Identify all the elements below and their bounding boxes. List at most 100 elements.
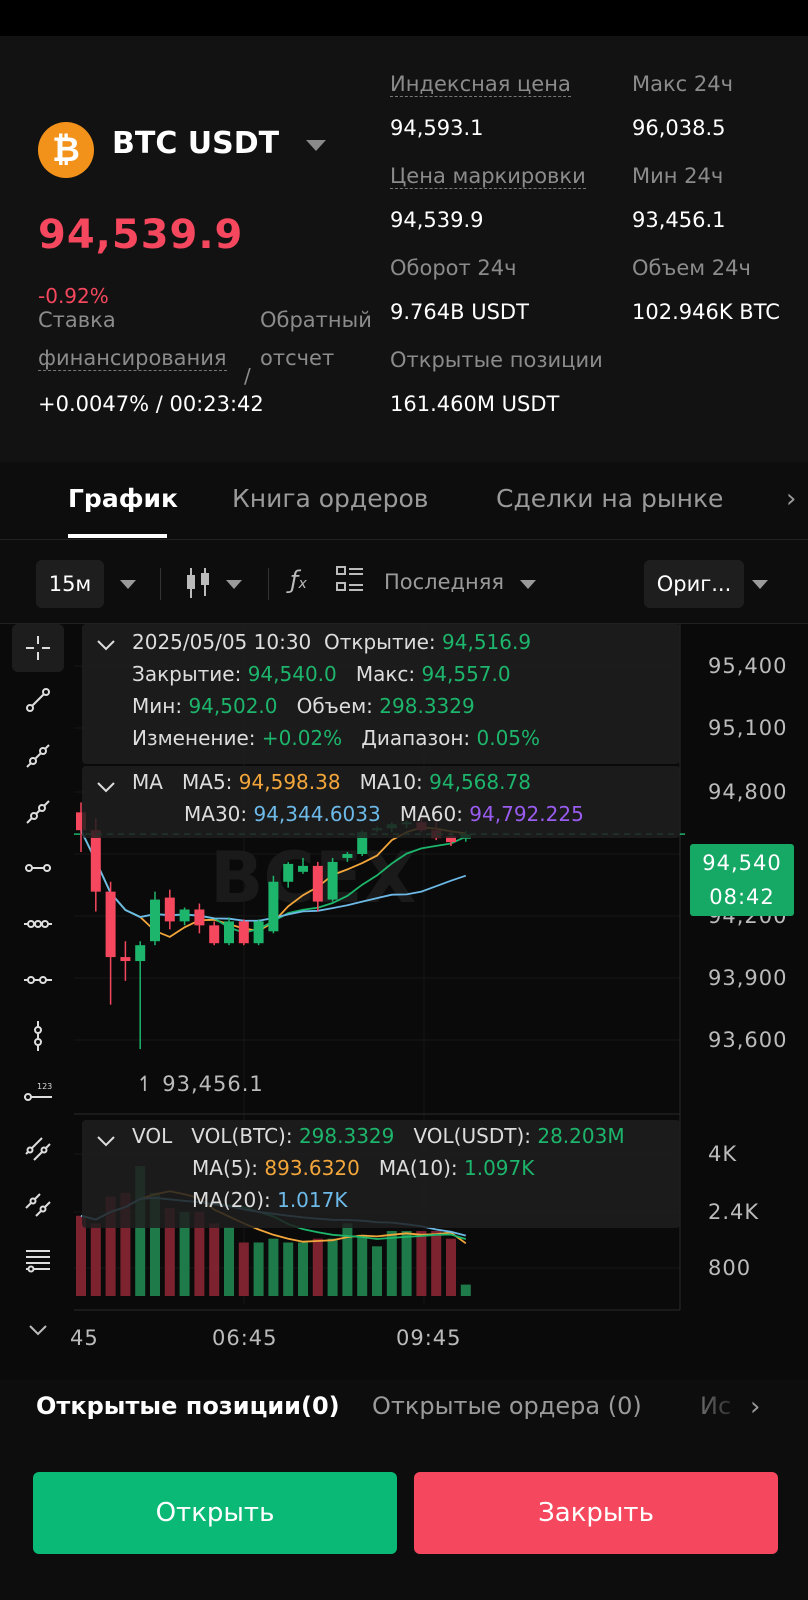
chevron-right-icon[interactable]: › [750,1392,760,1422]
extended-line-icon[interactable] [12,788,64,836]
chevron-down-icon[interactable] [306,140,326,151]
close-label: Закрытие: [132,662,242,686]
tab-open-orders[interactable]: Открытые ордера (0) [372,1392,642,1420]
horizontal-line-icon[interactable] [12,956,64,1004]
volume-bar [327,1238,338,1296]
pair-selector[interactable]: BTC USDT [112,126,279,161]
price-change: -0.92% [38,284,109,308]
index-price-value: 94,593.1 [390,116,484,140]
collapse-chevron-icon[interactable] [96,1134,116,1148]
svg-text:123: 123 [37,1082,52,1091]
open-button[interactable]: Открыть [33,1472,397,1554]
slash-divider: / [244,364,251,388]
vol-ma10-value: 1.097K [463,1156,535,1180]
range-value: 0.05% [476,726,541,750]
original-view-button[interactable]: Ориг... [644,560,744,608]
low-label: Мин: [132,694,183,718]
price-axis-label: 93,600 [708,1028,788,1052]
price-source-selector[interactable]: Последняя [384,570,504,594]
candle-body [209,925,220,944]
volume-bar [209,1223,220,1296]
vol-btc-value: 298.3329 [298,1124,395,1148]
horizontal-segment-icon[interactable] [12,844,64,892]
time-axis-label: 06:45 [212,1326,278,1350]
tab-open-positions[interactable]: Открытые позиции(0) [36,1392,340,1420]
volume-bar [253,1242,264,1296]
volume-bar [416,1231,427,1296]
mark-price-label[interactable]: Цена маркировки [390,164,586,189]
volume-24h-value: 102.946K BTC [632,300,780,324]
ma30-label: MA30: [184,802,248,826]
high-label: Макс: [355,662,416,686]
collapse-chevron-icon[interactable] [96,780,116,794]
candle-body [238,921,249,944]
vol-usdt-label: VOL(USDT): [413,1124,531,1148]
tab-order-book[interactable]: Книга ордеров [232,484,428,513]
ma60-value: 94,792.225 [469,802,584,826]
low-price-marker: ↿ 93,456.1 [136,1072,264,1096]
candle-body [150,899,160,942]
volume-bar [386,1231,397,1296]
volume-bar [268,1238,279,1296]
vol-btc-label: VOL(BTC): [191,1124,293,1148]
chevron-down-icon[interactable] [120,580,136,589]
price-label-icon[interactable]: 123 [12,1068,64,1116]
fib-levels-icon[interactable] [12,1236,64,1284]
chart-area[interactable]: BCEX 123 [0,624,808,1380]
vertical-line-icon[interactable] [12,1012,64,1060]
turnover-label: Оборот 24ч [390,256,517,280]
high-24h-label: Макс 24ч [632,72,734,96]
funding-label-line2[interactable]: финансирования [38,346,227,371]
btc-coin-icon: ₿ [38,122,94,178]
close-button[interactable]: Закрыть [414,1472,778,1554]
volume-label: Объем: [296,694,373,718]
ticker-header: ₿ BTC USDT 94,539.9 -0.92% Ставка финанс… [0,36,808,462]
candle-body [298,865,308,872]
divider [160,568,161,600]
current-price: 94,540 [702,851,782,875]
candlestick-type-icon[interactable] [184,566,212,606]
trend-line-icon[interactable] [12,676,64,724]
ray-line-icon[interactable] [12,732,64,780]
ma-info-box: MA MA5: 94,598.38 MA10: 94,568.78 MA30: … [82,766,680,838]
funding-label-line1[interactable]: Ставка [38,308,116,332]
candle-body [327,861,338,900]
candle-body [312,865,323,902]
ma10-value: 94,568.78 [429,770,531,794]
candle-body [283,863,294,882]
turnover-value: 9.764B USDT [390,300,529,324]
parallel-channel-icon[interactable] [12,1124,64,1172]
chevron-down-icon[interactable] [752,580,768,589]
crosshair-icon[interactable] [12,624,64,672]
layout-list-icon[interactable] [336,564,364,600]
vol-axis-label: 2.4K [708,1200,760,1224]
tab-market-trades[interactable]: Сделки на рынке [496,484,723,513]
ma60-label: MA60: [399,802,463,826]
collapse-chevron-icon[interactable] [96,638,116,652]
index-price-label[interactable]: Индексная цена [390,72,571,97]
vol-ma20-label: MA(20): [192,1188,271,1212]
current-price-tag: 94,540 08:42 [690,844,794,916]
volume-bar [460,1284,471,1296]
timeframe-button[interactable]: 15м [36,560,104,608]
volume-bar [298,1242,308,1296]
horizontal-ray-icon[interactable] [12,900,64,948]
channel-tool-icon[interactable] [12,1180,64,1228]
drawing-tools-sidebar: 123 [0,624,74,1380]
price-axis-label: 93,900 [708,966,788,990]
low-value: 94,502.0 [188,694,278,718]
time-axis-label: 09:45 [396,1326,462,1350]
chevron-down-icon[interactable] [226,580,242,589]
chevron-right-icon[interactable]: › [786,484,796,514]
indicators-fx-icon[interactable]: ƒx [290,566,307,594]
tab-chart[interactable]: График [68,484,178,513]
candle-body [194,909,205,926]
ma5-label: MA5: [182,770,233,794]
candle-body [164,897,175,922]
change-label: Изменение: [132,726,256,750]
expand-tools-chevron-icon[interactable] [12,1312,64,1348]
chevron-down-icon[interactable] [520,580,536,589]
open-label: Открытие: [324,630,436,654]
chart-toolbar: 15м ƒx Последняя Ориг... [0,540,808,624]
candle-body [342,853,353,858]
